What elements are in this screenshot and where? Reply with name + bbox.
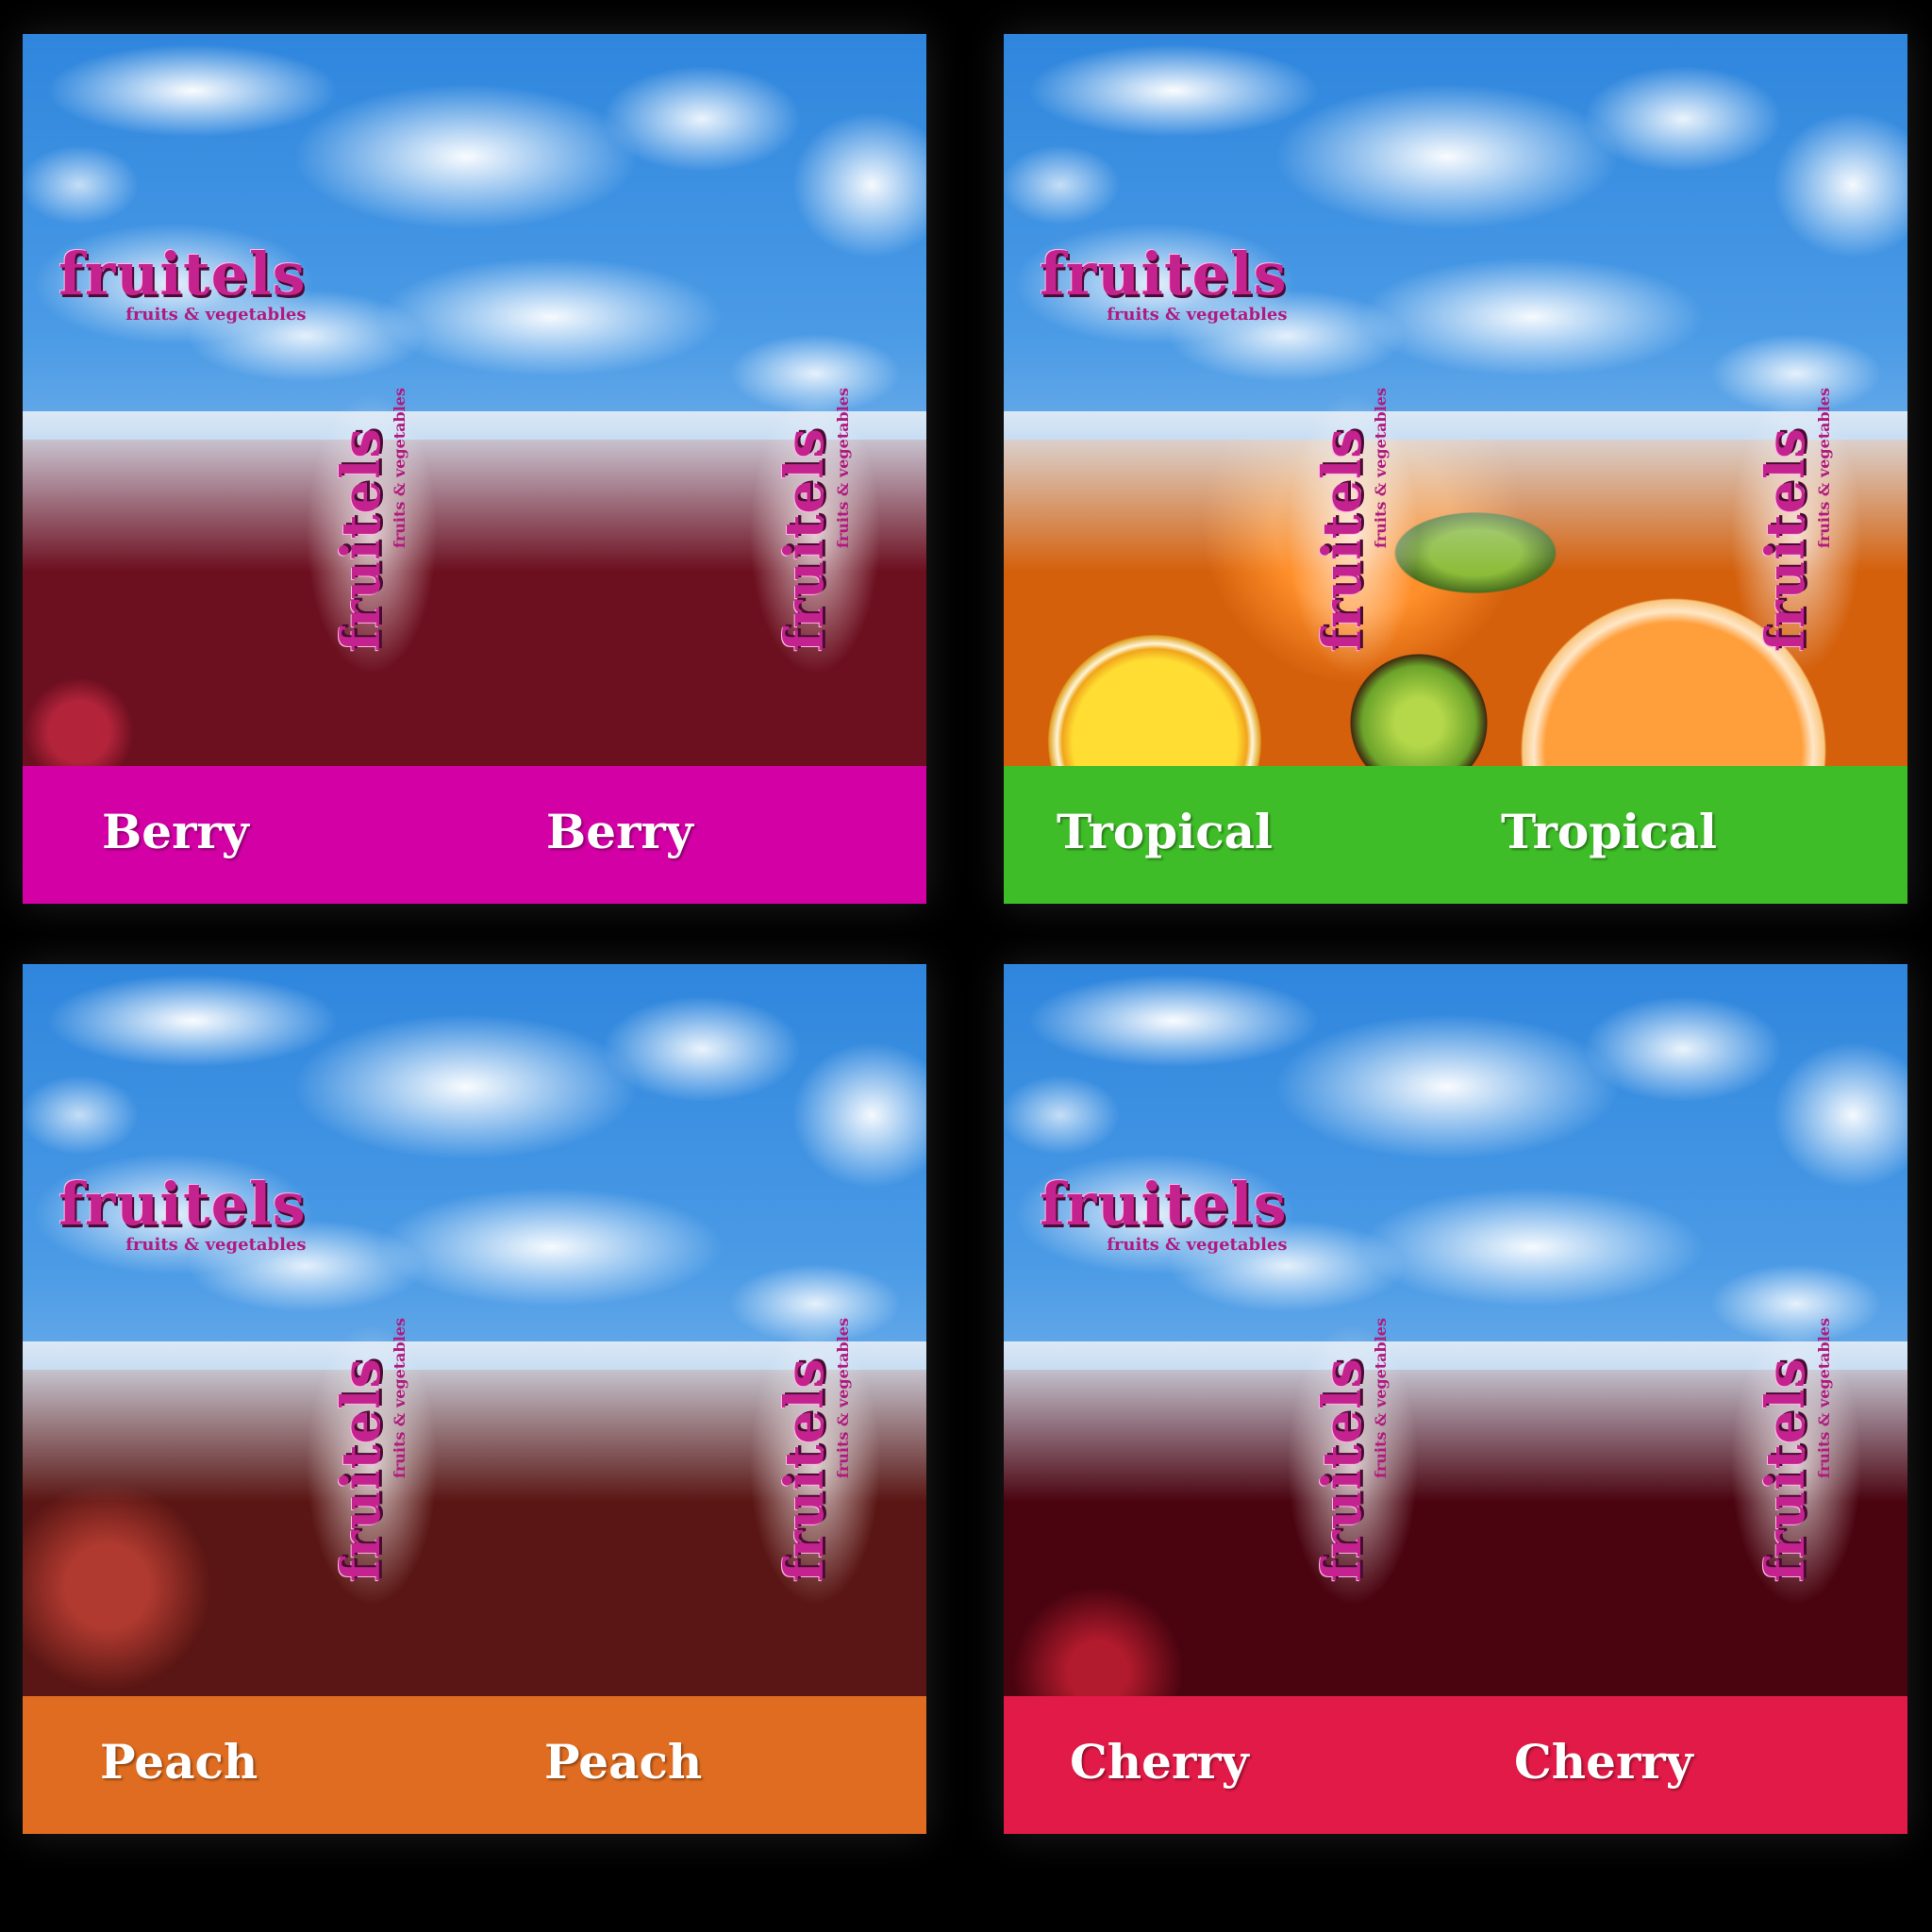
flavor-label: Cherry <box>1070 1734 1249 1790</box>
brand-logo: fruitels fruits & vegetables <box>1040 240 1288 325</box>
brand-tagline: fruits & vegetables <box>1372 1318 1390 1479</box>
brand-tagline: fruits & vegetables <box>834 1318 852 1479</box>
flavor-band: Cherry Cherry <box>1004 1696 1907 1834</box>
brand-name: fruitels <box>330 427 392 652</box>
flavor-label: Berry <box>546 804 693 859</box>
berry-label-panel: fruitels fruits & vegetables fruitels fr… <box>23 34 926 904</box>
flavor-band: Tropical Tropical <box>1004 766 1907 904</box>
brand-tagline: fruits & vegetables <box>391 388 408 549</box>
brand-logo-vertical: fruitels fruits & vegetables <box>1755 1318 1862 1582</box>
brand-name: fruitels <box>774 427 836 652</box>
brand-logo-vertical: fruitels fruits & vegetables <box>1311 1318 1419 1582</box>
tropical-label-panel: fruitels fruits & vegetables fruitels fr… <box>1004 34 1907 904</box>
brand-name: fruitels <box>58 1170 307 1239</box>
flavor-label: Tropical <box>1057 804 1274 859</box>
cherry-label-panel: fruitels fruits & vegetables fruitels fr… <box>1004 964 1907 1834</box>
brand-logo-vertical: fruitels fruits & vegetables <box>1755 388 1862 652</box>
brand-name: fruitels <box>1040 1170 1288 1239</box>
brand-logo: fruitels fruits & vegetables <box>58 240 307 325</box>
flavor-label: Cherry <box>1514 1734 1693 1790</box>
brand-name: fruitels <box>1311 427 1374 652</box>
brand-logo-vertical: fruitels fruits & vegetables <box>1311 388 1419 652</box>
brand-tagline: fruits & vegetables <box>834 388 852 549</box>
peach-label-panel: fruitels fruits & vegetables fruitels fr… <box>23 964 926 1834</box>
brand-logo-vertical: fruitels fruits & vegetables <box>330 388 438 652</box>
brand-name: fruitels <box>1311 1357 1374 1582</box>
flavor-band: Peach Peach <box>23 1696 926 1834</box>
brand-logo: fruitels fruits & vegetables <box>58 1170 307 1256</box>
brand-logo-vertical: fruitels fruits & vegetables <box>774 388 881 652</box>
brand-name: fruitels <box>58 240 307 308</box>
brand-name: fruitels <box>1755 1357 1817 1582</box>
flavor-label: Peach <box>544 1734 703 1790</box>
brand-name: fruitels <box>1755 427 1817 652</box>
brand-name: fruitels <box>774 1357 836 1582</box>
brand-tagline: fruits & vegetables <box>391 1318 408 1479</box>
brand-tagline: fruits & vegetables <box>1815 1318 1833 1479</box>
brand-logo-vertical: fruitels fruits & vegetables <box>330 1318 438 1582</box>
flavor-label: Berry <box>102 804 249 859</box>
brand-logo-vertical: fruitels fruits & vegetables <box>774 1318 881 1582</box>
brand-name: fruitels <box>1040 240 1288 308</box>
flavor-label: Tropical <box>1501 804 1718 859</box>
flavor-label: Peach <box>100 1734 258 1790</box>
brand-tagline: fruits & vegetables <box>1372 388 1390 549</box>
brand-name: fruitels <box>330 1357 392 1582</box>
flavor-band: Berry Berry <box>23 766 926 904</box>
brand-logo: fruitels fruits & vegetables <box>1040 1170 1288 1256</box>
brand-tagline: fruits & vegetables <box>1815 388 1833 549</box>
